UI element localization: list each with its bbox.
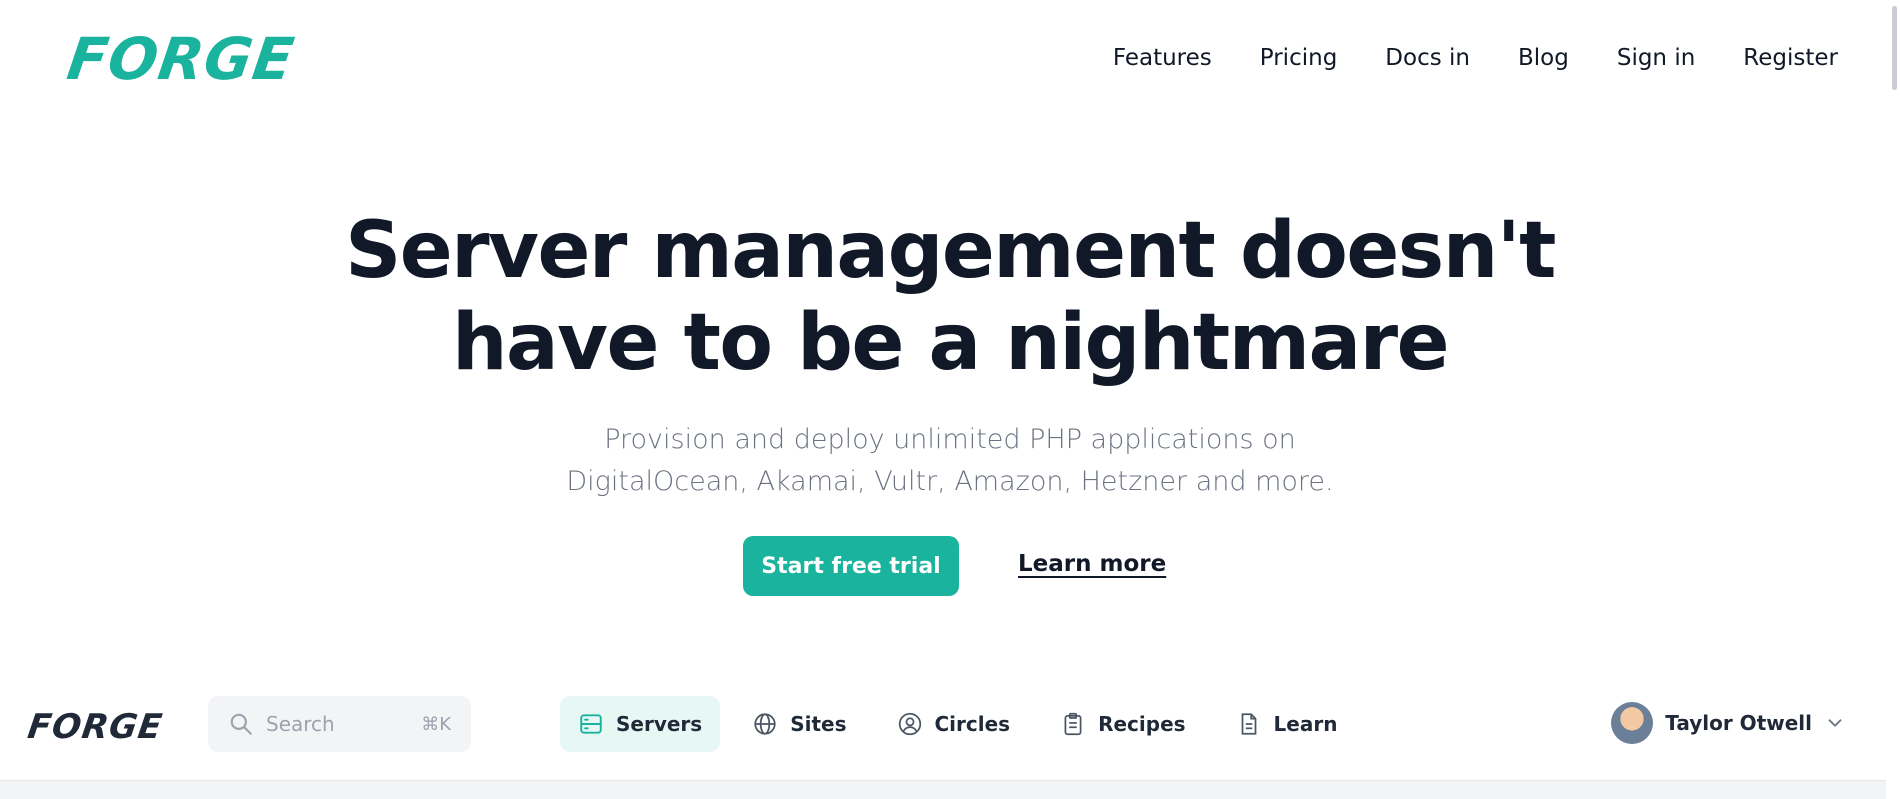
start-free-trial-button[interactable]: Start free trial — [743, 536, 959, 596]
tab-label: Recipes — [1098, 712, 1186, 736]
nav-link-features[interactable]: Features — [1113, 42, 1212, 74]
clipboard-icon — [1064, 712, 1082, 736]
nav-link-pricing[interactable]: Pricing — [1260, 42, 1338, 74]
tab-circles[interactable]: Circles — [879, 696, 1029, 752]
tab-label: Sites — [790, 712, 847, 736]
tab-label: Servers — [616, 712, 703, 736]
user-name: Taylor Otwell — [1665, 711, 1812, 735]
nav-link-sign-in[interactable]: Sign in — [1617, 42, 1695, 74]
tab-recipes[interactable]: Recipes — [1042, 696, 1203, 752]
app-content-area — [0, 780, 1886, 799]
hero-title: Server management doesn't have to be a n… — [345, 206, 1556, 388]
top-navigation: FORGE Features Pricing Docs in Blog Sign… — [0, 0, 1900, 116]
app-preview-navbar: FORGE ⌘K Servers Sites Circles — [0, 688, 1886, 780]
nav-link-register[interactable]: Register — [1743, 42, 1838, 74]
forge-logo[interactable]: FORGE — [63, 25, 298, 93]
tab-label: Learn — [1273, 712, 1338, 736]
user-circle-icon — [898, 712, 921, 736]
learn-more-link[interactable]: Learn more — [1018, 551, 1166, 577]
search-icon — [230, 713, 252, 735]
app-search-box[interactable]: ⌘K — [208, 696, 471, 752]
app-tabs: Servers Sites Circles Recipes Learn — [560, 696, 1369, 752]
chevron-down-icon — [1828, 719, 1842, 727]
document-icon — [1241, 713, 1256, 735]
globe-icon — [754, 713, 776, 735]
avatar — [1611, 702, 1654, 744]
hero-subtitle: Provision and deploy unlimited PHP appli… — [566, 424, 1334, 497]
nav-link-blog[interactable]: Blog — [1518, 42, 1569, 74]
hero-section: Server management doesn't have to be a n… — [0, 205, 1900, 503]
tab-label: Circles — [934, 712, 1011, 736]
search-shortcut-hint: ⌘K — [421, 713, 451, 735]
user-menu[interactable]: Taylor Otwell — [1611, 702, 1846, 744]
top-nav-links: Features Pricing Docs in Blog Sign in Re… — [1113, 42, 1838, 74]
scrollbar-thumb[interactable] — [1892, 6, 1897, 90]
search-input[interactable] — [266, 712, 422, 736]
app-logo: FORGE — [25, 707, 166, 747]
brand-wordmark: FORGE — [63, 25, 299, 93]
server-icon — [580, 714, 602, 734]
tab-learn[interactable]: Learn — [1218, 696, 1356, 752]
tab-sites[interactable]: Sites — [734, 696, 864, 752]
nav-link-docs[interactable]: Docs in — [1385, 42, 1470, 74]
tab-servers[interactable]: Servers — [560, 696, 721, 752]
